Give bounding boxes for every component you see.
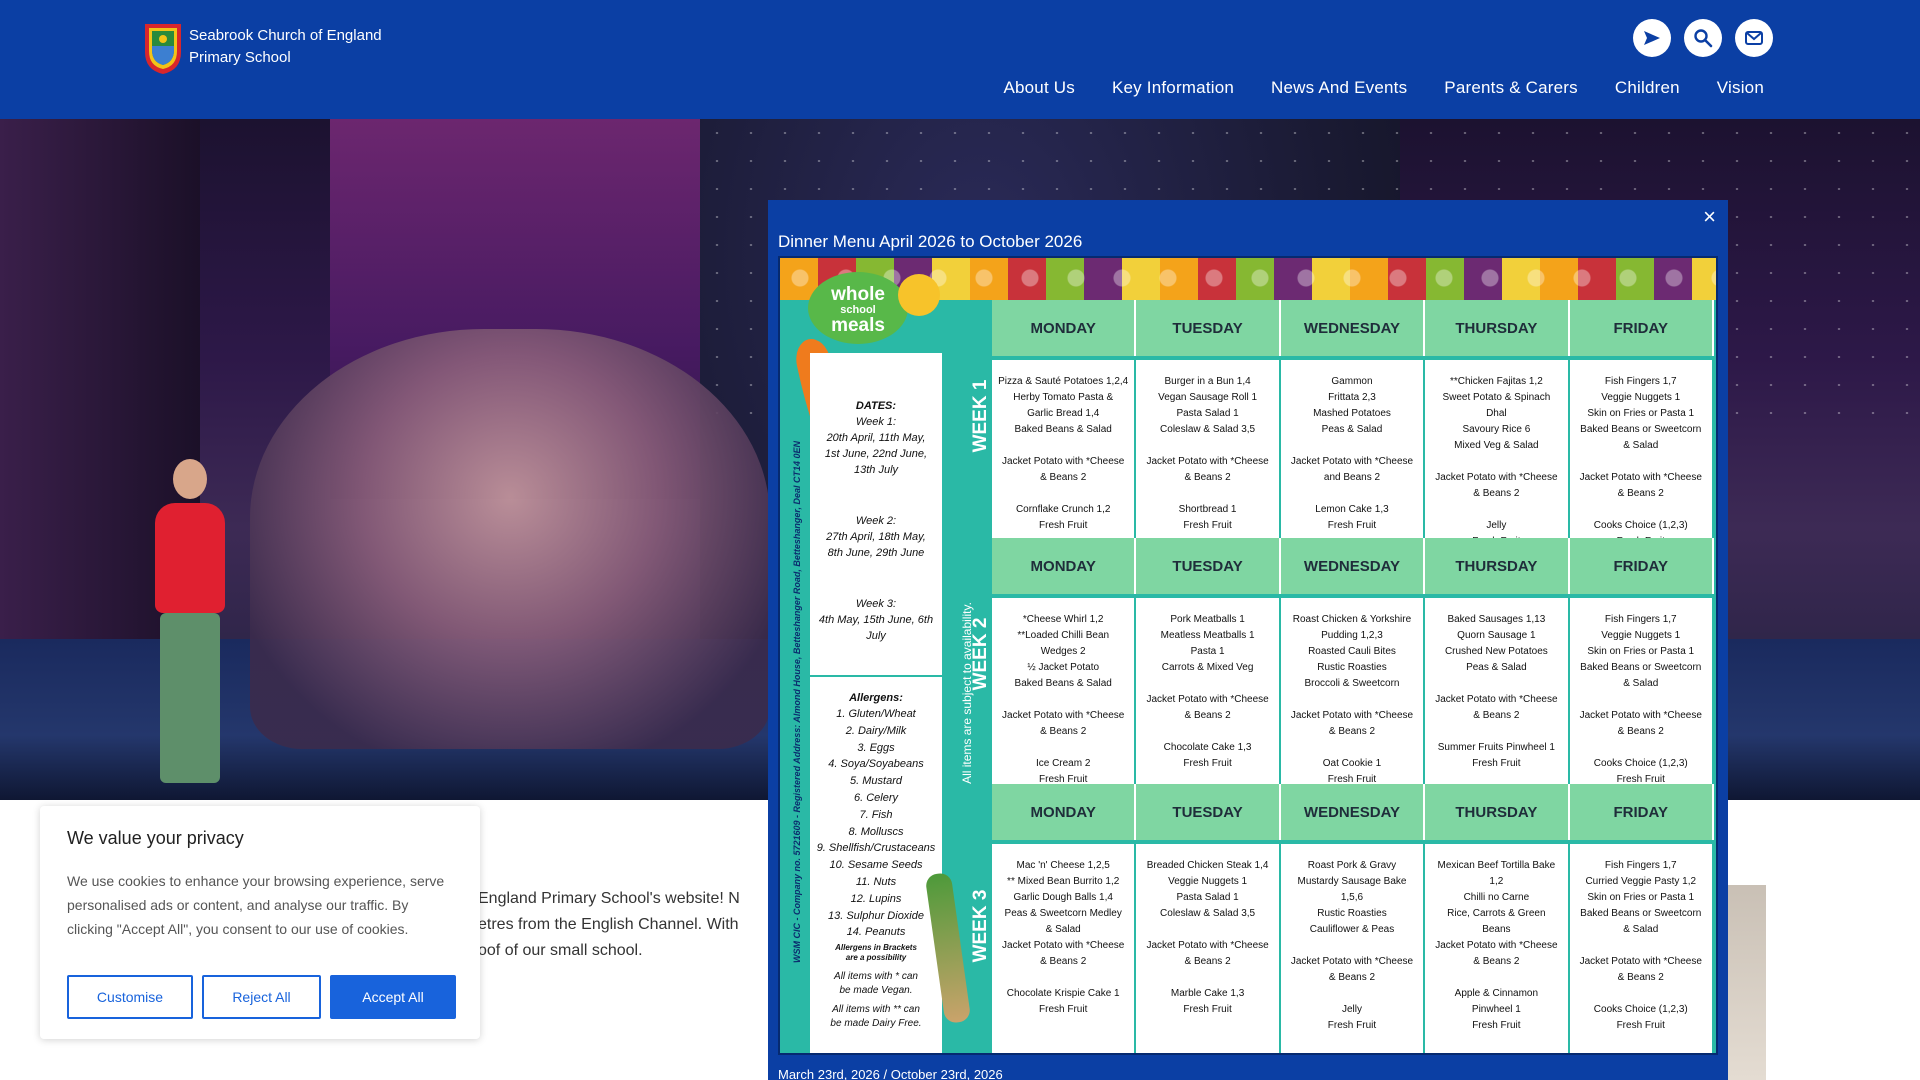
school-name-line1: Seabrook Church of England: [189, 27, 382, 44]
week1-day-header: MONDAY TUESDAY WEDNESDAY THURSDAY FRIDAY: [992, 300, 1714, 356]
week3-meals: Mac 'n' Cheese 1,2,5 ** Mixed Bean Burri…: [992, 844, 1714, 1053]
cookie-title: We value your privacy: [67, 828, 244, 848]
school-name[interactable]: Seabrook Church of England Primary Schoo…: [189, 25, 382, 69]
day-wednesday: WEDNESDAY: [1280, 784, 1426, 840]
nav-key-information[interactable]: Key Information: [1112, 78, 1234, 98]
menu-cell: Mac 'n' Cheese 1,2,5 ** Mixed Bean Burri…: [992, 844, 1137, 1053]
day-tuesday: TUESDAY: [1136, 300, 1281, 356]
day-monday: MONDAY: [992, 784, 1137, 840]
menu-cell: Burger in a Bun 1,4 Vegan Sausage Roll 1…: [1136, 360, 1281, 538]
modal-title: Dinner Menu April 2026 to October 2026: [778, 232, 1083, 251]
dinner-menu-image: whole school meals WSM CIC - Company no.…: [778, 256, 1718, 1055]
menu-cell: Gammon Frittata 2,3 Mashed Potatoes Peas…: [1280, 360, 1426, 538]
allergen-note: Allergens in Brackets are a possibility: [835, 943, 917, 962]
week2-meals: *Cheese Whirl 1,2 **Loaded Chilli Bean W…: [992, 598, 1714, 785]
welcome-text: England Primary School's website! N etre…: [478, 886, 778, 964]
week1-meals: Pizza & Sauté Potatoes 1,2,4 Herby Tomat…: [992, 360, 1714, 547]
search-icon[interactable]: [1684, 19, 1722, 57]
close-icon[interactable]: ×: [1703, 204, 1716, 230]
accept-all-button[interactable]: Accept All: [330, 975, 456, 1019]
menu-modal: × Dinner Menu April 2026 to October 2026…: [768, 200, 1728, 1080]
menu-cell: Fish Fingers 1,7 Curried Veggie Pasty 1,…: [1569, 844, 1714, 1053]
vegan-note: All items with * can be made Vegan.: [834, 971, 918, 996]
sun-mascot-icon: [898, 274, 940, 316]
cookie-body: We use cookies to enhance your browsing …: [67, 873, 445, 937]
day-thursday: THURSDAY: [1425, 784, 1570, 840]
cookie-buttons: Customise Reject All Accept All: [67, 975, 456, 1019]
week2-day-header: MONDAY TUESDAY WEDNESDAY THURSDAY FRIDAY: [992, 538, 1714, 594]
dates-title: DATES:: [855, 400, 897, 412]
mail-icon[interactable]: [1735, 19, 1773, 57]
school-name-line2: Primary School: [189, 49, 291, 66]
school-crest-logo[interactable]: [143, 22, 183, 76]
nav-children[interactable]: Children: [1615, 78, 1680, 98]
menu-cell: Baked Sausages 1,13 Quorn Sausage 1 Crus…: [1425, 598, 1570, 784]
modal-date-range: March 23rd, 2026 / October 23rd, 2026: [778, 1067, 1003, 1080]
nav-parents-carers[interactable]: Parents & Carers: [1444, 78, 1578, 98]
welcome-line2: etres from the English Channel. With: [478, 916, 739, 933]
welcome-line3: oof of our small school.: [478, 942, 643, 959]
menu-cell: Roast Chicken & Yorkshire Pudding 1,2,3 …: [1280, 598, 1426, 785]
site-header: Seabrook Church of England Primary Schoo…: [0, 0, 1920, 119]
welcome-line1: England Primary School's website! N: [478, 890, 740, 907]
cookie-consent-banner: We value your privacy We use cookies to …: [40, 806, 480, 1039]
nav-vision[interactable]: Vision: [1717, 78, 1764, 98]
customise-button[interactable]: Customise: [67, 975, 193, 1019]
week3-dates: Week 3: 4th May, 15th June, 6th July: [818, 598, 934, 642]
hero-children-choir: [250, 329, 770, 749]
day-tuesday: TUESDAY: [1136, 784, 1281, 840]
day-friday: FRIDAY: [1569, 300, 1714, 356]
week2-dates: Week 2: 27th April, 18th May, 8th June, …: [826, 515, 926, 559]
menu-cell: Fish Fingers 1,7 Veggie Nuggets 1 Skin o…: [1569, 598, 1714, 785]
menu-cell: *Cheese Whirl 1,2 **Loaded Chilli Bean W…: [992, 598, 1137, 785]
panel-divider: [810, 675, 942, 677]
day-wednesday: WEDNESDAY: [1280, 300, 1426, 356]
day-monday: MONDAY: [992, 538, 1137, 594]
allergens-title: Allergens:: [849, 692, 903, 704]
menu-cell: Pork Meatballs 1 Meatless Meatballs 1 Pa…: [1136, 598, 1281, 784]
main-navigation: About Us Key Information News And Events…: [1003, 78, 1764, 98]
day-tuesday: TUESDAY: [1136, 538, 1281, 594]
company-address: WSM CIC - Company no. 5721609 - Register…: [792, 441, 802, 963]
nav-news-and-events[interactable]: News And Events: [1271, 78, 1407, 98]
day-thursday: THURSDAY: [1425, 300, 1570, 356]
menu-cell: Breaded Chicken Steak 1,4 Veggie Nuggets…: [1136, 844, 1281, 1053]
allergens-list: 1. Gluten/Wheat 2. Dairy/Milk 3. Eggs 4.…: [816, 708, 936, 939]
menu-cell: Pizza & Sauté Potatoes 1,2,4 Herby Tomat…: [992, 360, 1137, 538]
week3-day-header: MONDAY TUESDAY WEDNESDAY THURSDAY FRIDAY: [992, 784, 1714, 840]
whole-school-meals-logo: whole school meals: [808, 272, 908, 344]
menu-cell: Fish Fingers 1,7 Veggie Nuggets 1 Skin o…: [1569, 360, 1714, 547]
day-friday: FRIDAY: [1569, 538, 1714, 594]
day-thursday: THURSDAY: [1425, 538, 1570, 594]
menu-cell: Roast Pork & Gravy Mustardy Sausage Bake…: [1280, 844, 1426, 1053]
week1-dates: Week 1: 20th April, 11th May, 1st June, …: [824, 416, 928, 476]
reject-all-button[interactable]: Reject All: [202, 975, 321, 1019]
day-monday: MONDAY: [992, 300, 1137, 356]
menu-cell: **Chicken Fajitas 1,2 Sweet Potato & Spi…: [1425, 360, 1570, 547]
side-photo: [1728, 885, 1766, 1080]
nav-about-us[interactable]: About Us: [1003, 78, 1075, 98]
day-friday: FRIDAY: [1569, 784, 1714, 840]
dairy-free-note: All items with ** can be made Dairy Free…: [830, 1004, 922, 1029]
menu-cell: Mexican Beef Tortilla Bake 1,2 Chilli no…: [1425, 844, 1570, 1053]
hero-performer: [150, 459, 230, 783]
send-icon[interactable]: [1633, 19, 1671, 57]
day-wednesday: WEDNESDAY: [1280, 538, 1426, 594]
